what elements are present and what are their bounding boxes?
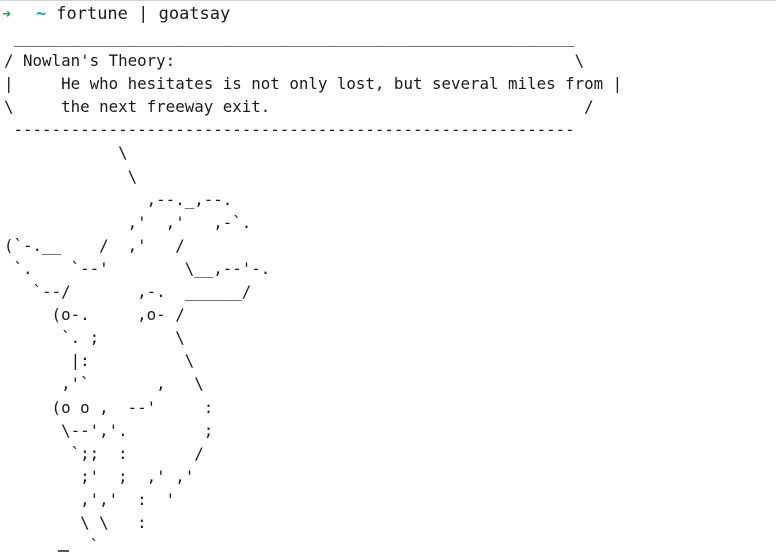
prompt-directory: ~	[36, 4, 47, 24]
output-line: `. ; \	[4, 328, 185, 348]
output-line: `--/ ,-. ______/	[4, 282, 252, 302]
output-line: ,'` , \	[4, 374, 204, 394]
output-line: ;' ; ,' ,'	[4, 466, 195, 486]
terminal-window[interactable]: ➜ ~ fortune | goatsay __________________…	[0, 0, 776, 555]
output-line: ----------------------------------------…	[4, 120, 575, 140]
output-line: \	[4, 166, 138, 186]
output-line: ________________________________________…	[4, 28, 575, 47]
output-line: (`-.__ / ,' /	[4, 235, 185, 255]
output-line: `	[4, 536, 100, 556]
output-line: ,',' : '	[4, 489, 176, 509]
output-line: / Nowlan's Theory: \	[4, 51, 585, 71]
output-line: \ the next freeway exit. /	[4, 97, 594, 117]
output-line: ,' ,' ,-`.	[4, 212, 252, 232]
command-output: ________________________________________…	[4, 26, 622, 557]
output-line: \--','. ;	[4, 420, 214, 440]
prompt-command: fortune | goatsay	[56, 4, 231, 24]
prompt-line: ➜ ~ fortune | goatsay	[2, 3, 230, 25]
output-line: (o o , --' :	[4, 397, 214, 417]
output-line: `;; : /	[4, 443, 204, 463]
output-line: (o-. ,o- /	[4, 305, 185, 325]
prompt-arrow-icon: ➜	[2, 5, 12, 23]
output-line: | He who hesitates is not only lost, but…	[4, 74, 623, 94]
window-top-border	[0, 0, 776, 1]
terminal-cursor	[58, 550, 69, 552]
output-line: \ \ :	[4, 512, 147, 532]
output-line: |: \	[4, 351, 195, 371]
output-line: `. `--' \__,--'-.	[4, 258, 271, 278]
output-line: ,--._,--.	[4, 189, 233, 209]
output-line: \	[4, 143, 128, 163]
